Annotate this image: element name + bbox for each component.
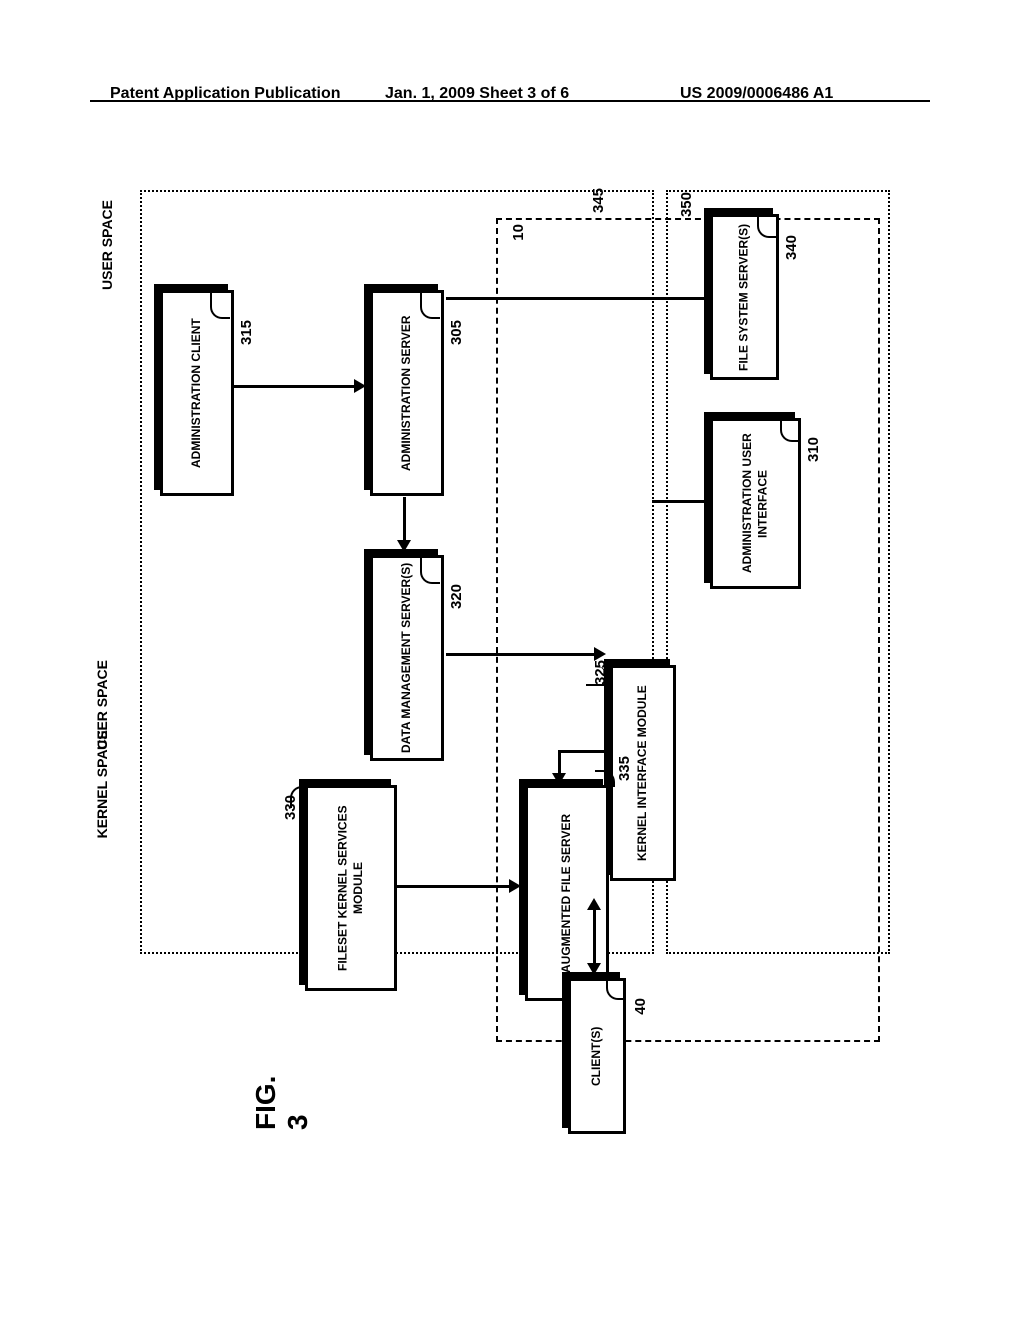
ref-305: 305 [448,320,465,345]
admin-client-box: ADMINISTRATION CLIENT [160,290,234,496]
ref-10: 10 [510,224,527,241]
ref-340: 340 [783,235,800,260]
arrow-315-305 [234,385,356,388]
arrowhead-335-40 [587,963,601,975]
user-space-text: USER SPACE [99,200,115,290]
data-mgmt-box: DATA MANAGEMENT SERVER(S) [370,555,444,761]
arrow-335-40 [593,910,596,965]
ref-40: 40 [632,998,649,1015]
file-system-servers-box: FILE SYSTEM SERVER(S) [710,214,779,380]
arrowhead-320-325 [594,647,606,661]
leader-315 [210,292,230,319]
ref-345: 345 [590,188,607,213]
ref-320: 320 [448,584,465,609]
arrowhead-330-335 [509,879,521,893]
leader-305 [420,292,440,319]
ref-315: 315 [238,320,255,345]
admin-server-box: ADMINISTRATION SERVER [370,290,444,496]
arrow-325-335-hseg [558,750,608,753]
ref-335: 335 [616,756,633,781]
ref-350: 350 [678,192,695,217]
leader-325 [586,666,608,686]
arrow-320-325 [446,653,596,656]
arrowhead-325-335 [552,773,566,785]
user-space-label: USER SPACE [100,200,115,290]
arrowhead-315-305 [354,379,366,393]
leader-330 [290,786,310,808]
clients-box: CLIENT(S) [568,978,626,1134]
admin-ui-box: ADMINISTRATION USER INTERFACE [710,418,801,589]
leader-310 [780,420,800,442]
fileset-kernel-box: FILESET KERNEL SERVICES MODULE [305,785,397,991]
arrow-325-335-leg [606,668,609,750]
arrow-305-320 [403,497,406,542]
header-rule [90,100,930,102]
arrowhead-305-320 [397,540,411,552]
ref-310: 310 [805,437,822,462]
diagram-container: ADMINISTRATION CLIENT ADMINISTRATION SER… [140,190,920,1130]
conn-310-left [652,500,706,503]
kernel-space-label-real: KERNEL SPACE [94,730,110,838]
arrow-330-335 [396,885,511,888]
leader-340 [757,216,777,238]
figure-label: FIG. 3 [250,1060,314,1130]
conn-305-right [446,297,704,300]
leader-320 [420,557,440,584]
arrowhead-40-335 [587,898,601,910]
